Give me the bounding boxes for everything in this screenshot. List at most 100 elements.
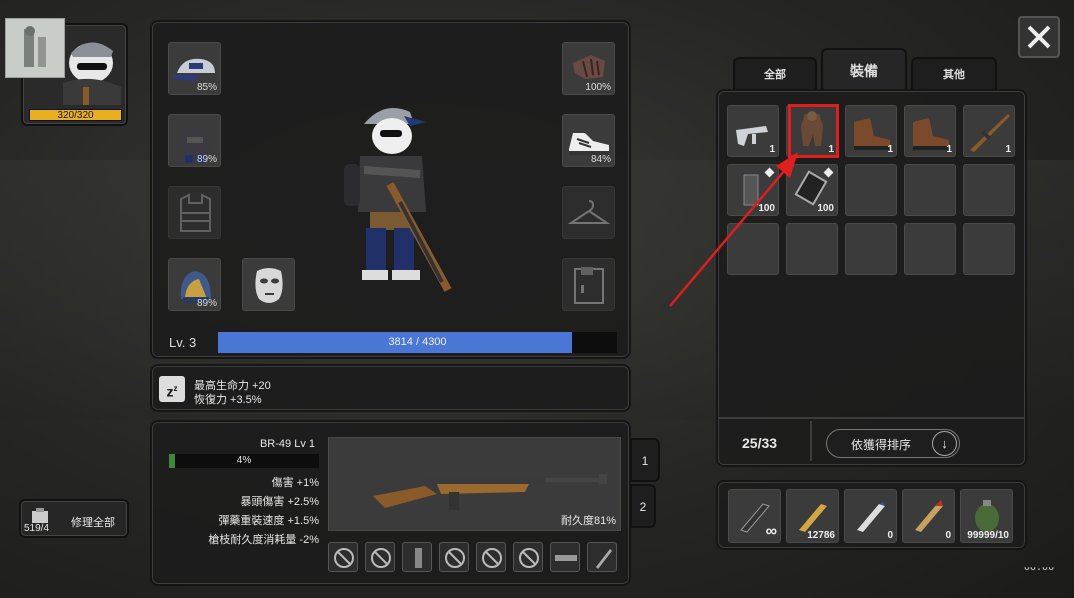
weapon-progress-bar: 4% [169,454,319,468]
tab-other-label: 其他 [943,69,965,81]
weapon-slot-1-label: 1 [641,454,649,468]
stat-headshot: 暴頭傷害 +2.5% [240,496,319,508]
ammo-slot[interactable]: 0 [844,489,897,543]
sort-button[interactable]: 依獲得排序 ↓ [826,429,960,458]
tab-all-label: 全部 [764,69,786,81]
locker-slot[interactable] [562,258,615,311]
mask-slot[interactable] [242,258,295,311]
capacity-divider [810,421,812,461]
minimap-thumbnail[interactable] [5,18,65,78]
mod-slot-3[interactable] [439,542,469,572]
inventory-slot[interactable]: 1 [904,105,956,157]
weapon-name: BR-49 Lv 1 [259,438,315,450]
ammo-count: 99999/10 [967,530,1009,541]
locker-icon [574,267,604,304]
blocked-icon [371,548,391,568]
item-count: 1 [1005,144,1011,155]
gloves-slot[interactable]: 100% [562,42,615,95]
magazine-icon [415,548,422,568]
repair-count: 519/4 [24,523,50,534]
inventory-capacity: 25/33 [742,435,778,451]
shoes-slot[interactable]: 84% [562,114,615,167]
tutorial-arrow [669,152,798,307]
ammo-count: 12786 [807,530,835,541]
ammo-slot[interactable]: 99999/10 [960,489,1013,543]
ammo-slot[interactable]: ∞ [728,489,781,543]
weapon-slot-2-tab[interactable]: 2 [630,484,656,528]
control-hint-icon: ᴗᴗ.ᴗᴗ [1024,562,1055,573]
weapon-slot-1-tab[interactable]: 1 [630,438,660,482]
tab-other[interactable]: 其他 [911,57,997,89]
sleep-icon: zz [159,376,185,402]
stat-damage: 傷害 +1% [271,477,319,489]
level-label: Lv. 3 [169,335,197,350]
tab-equipment[interactable]: 裝備 [821,48,907,90]
gloves-durability: 100% [585,82,611,93]
close-button[interactable] [1018,16,1060,58]
character-panda-sprite [344,108,452,292]
mod-slot-ammo-belt[interactable] [550,542,580,572]
blocked-icon [482,548,502,568]
ammo-count: 0 [887,530,893,541]
mod-slot-4[interactable] [476,542,506,572]
armor-top-durability: 89% [196,154,217,165]
buff-panel: zz 最高生命力 +20 恢復力 +3.5% [150,364,631,412]
inventory-slot[interactable] [904,164,956,216]
ammo-count: ∞ [765,523,777,540]
mod-slot-5[interactable] [513,542,543,572]
shoes-durability: 84% [590,154,611,165]
tab-all[interactable]: 全部 [733,57,817,89]
backpack-slot[interactable]: 89% [168,258,221,311]
knife-icon [596,549,612,569]
outfit-slot[interactable] [562,186,615,239]
inventory-slot[interactable] [904,223,956,275]
tab-equipment-label: 裝備 [850,63,878,79]
blocked-icon [445,548,465,568]
hp-text: 320/320 [57,110,94,121]
backpack-durability: 89% [196,298,217,309]
vest-slot[interactable] [168,186,221,239]
weapon-mod-slots [328,542,621,574]
inventory-slot[interactable] [963,164,1015,216]
equipment-panel: 85% 89% 89% 100% 84% Lv. 3 3814 / 4300 [150,20,631,359]
hp-bar: 320/320 [29,109,122,121]
sort-label: 依獲得排序 [851,438,912,452]
weapon-durability: 耐久度81% [560,515,616,527]
weapon-panel: BR-49 Lv 1 4% 傷害 +1% 暴頭傷害 +2.5% 彈藥重裝速度 +… [150,420,631,586]
weapon-stats: 傷害 +1% 暴頭傷害 +2.5% 彈藥重裝速度 +1.5% 槍枝耐久度消耗量 … [152,474,319,550]
mod-slot-knife[interactable] [587,542,617,572]
helmet-durability: 85% [196,82,217,93]
blocked-icon [334,548,354,568]
repair-label: 修理全部 [71,517,115,529]
xp-text: 3814 / 4300 [388,336,447,348]
armor-top-slot[interactable]: 89% [168,114,221,167]
inventory-footer-divider [718,417,1025,419]
vest-icon [180,193,211,232]
inventory-slot[interactable] [845,223,897,275]
ammo-slot[interactable]: 0 [902,489,955,543]
close-icon [1027,25,1051,49]
sort-arrow-icon: ↓ [932,431,957,456]
mod-slot-magazine[interactable] [402,542,432,572]
stat-reload: 彈藥重裝速度 +1.5% [218,515,319,527]
ammo-belt-icon [555,555,577,561]
ammo-slot[interactable]: 12786 [786,489,839,543]
item-count: 1 [887,144,893,155]
repair-all-button[interactable]: 519/4 修理全部 [19,499,129,538]
mod-slot-1[interactable] [328,542,358,572]
blocked-icon [519,548,539,568]
weapon-preview[interactable]: 耐久度81% [328,437,621,531]
mod-slot-2[interactable] [365,542,395,572]
hanger-icon [567,200,611,224]
weapon-progress-text: 4% [236,455,252,466]
inventory-slot[interactable] [845,164,897,216]
helmet-slot[interactable]: 85% [168,42,221,95]
inventory-slot[interactable]: 1 [845,105,897,157]
mask-icon [255,268,283,303]
weapon-slot-2-label: 2 [639,500,647,514]
ammo-count: 0 [945,530,951,541]
inventory-slot[interactable] [963,223,1015,275]
stat-durability-cost: 槍枝耐久度消耗量 -2% [208,534,319,546]
inventory-slot[interactable]: 1 [963,105,1015,157]
ammo-panel: ∞ 12786 0 0 99999/10 [716,480,1027,550]
